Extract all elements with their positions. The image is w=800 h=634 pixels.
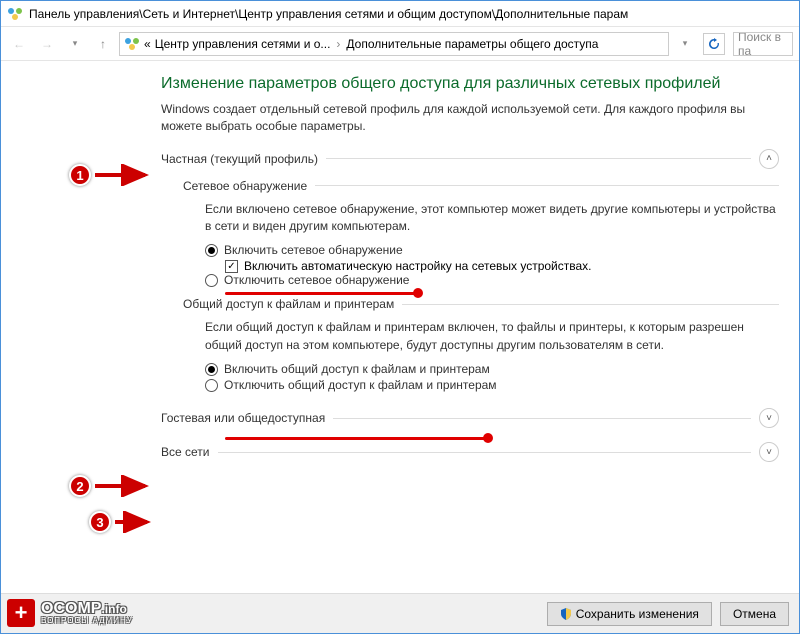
cancel-button-label: Отмена <box>733 607 776 621</box>
radio-icon <box>205 274 218 287</box>
address-dropdown[interactable]: ▾ <box>673 32 697 56</box>
radio-discovery-on[interactable]: Включить сетевое обнаружение <box>205 243 779 257</box>
radio-label: Включить сетевое обнаружение <box>224 243 403 257</box>
section-file-sharing: Общий доступ к файлам и принтерам Если о… <box>183 297 779 392</box>
annotation-callout-3: 3 <box>89 511 155 533</box>
annotation-callout-1: 1 <box>69 164 153 186</box>
recent-dropdown[interactable]: ▾ <box>63 32 87 56</box>
search-placeholder: Поиск в па <box>738 32 788 56</box>
breadcrumb-item[interactable]: Центр управления сетями и о... <box>155 37 331 51</box>
address-bar[interactable]: « Центр управления сетями и о... › Допол… <box>119 32 669 56</box>
breadcrumb-prefix: « <box>144 37 151 51</box>
profile-all-label: Все сети <box>161 445 210 459</box>
annotation-underline <box>225 292 415 295</box>
profile-private-label: Частная (текущий профиль) <box>161 152 318 166</box>
radio-icon <box>205 379 218 392</box>
refresh-button[interactable] <box>703 33 725 55</box>
window-title: Панель управления\Сеть и Интернет\Центр … <box>29 7 628 21</box>
section-description: Если общий доступ к файлам и принтерам в… <box>205 319 779 354</box>
collapse-icon[interactable]: ˄ <box>759 149 779 169</box>
radio-label: Отключить общий доступ к файлам и принте… <box>224 378 497 392</box>
annotation-badge: 2 <box>69 475 91 497</box>
watermark-brand: OCOMP.info <box>41 601 133 617</box>
radio-icon <box>205 363 218 376</box>
annotation-underline <box>225 437 485 440</box>
profile-all-header[interactable]: Все сети ˅ <box>161 442 779 462</box>
profile-guest-label: Гостевая или общедоступная <box>161 411 325 425</box>
checkbox-auto-config[interactable]: ✓ Включить автоматическую настройку на с… <box>225 259 779 273</box>
checkbox-icon: ✓ <box>225 260 238 273</box>
shield-icon <box>560 608 572 620</box>
annotation-badge: 1 <box>69 164 91 186</box>
expand-icon[interactable]: ˅ <box>759 408 779 428</box>
navbar: ← → ▾ ↑ « Центр управления сетями и о...… <box>1 27 799 61</box>
chevron-right-icon: › <box>336 37 340 51</box>
radio-sharing-off[interactable]: Отключить общий доступ к файлам и принте… <box>205 378 779 392</box>
annotation-dot <box>413 288 423 298</box>
arrow-icon <box>93 164 153 186</box>
forward-button[interactable]: → <box>35 32 59 56</box>
save-button[interactable]: Сохранить изменения <box>547 602 712 626</box>
section-title: Сетевое обнаружение <box>183 179 307 193</box>
section-network-discovery: Сетевое обнаружение Если включено сетево… <box>183 179 779 288</box>
search-input[interactable]: Поиск в па <box>733 32 793 56</box>
section-title: Общий доступ к файлам и принтерам <box>183 297 394 311</box>
annotation-dot <box>483 433 493 443</box>
refresh-icon <box>708 38 720 50</box>
profile-guest-header[interactable]: Гостевая или общедоступная ˅ <box>161 408 779 428</box>
arrow-icon <box>93 475 153 497</box>
watermark: + OCOMP.info ВОПРОСЫ АДМИНУ <box>7 599 133 627</box>
titlebar: Панель управления\Сеть и Интернет\Центр … <box>1 1 799 27</box>
back-button[interactable]: ← <box>7 32 31 56</box>
cancel-button[interactable]: Отмена <box>720 602 789 626</box>
arrow-icon <box>113 511 155 533</box>
section-description: Если включено сетевое обнаружение, этот … <box>205 201 779 236</box>
network-icon <box>7 6 23 22</box>
checkbox-label: Включить автоматическую настройку на сет… <box>244 259 592 273</box>
page-title: Изменение параметров общего доступа для … <box>161 75 779 93</box>
save-button-label: Сохранить изменения <box>576 607 699 621</box>
annotation-badge: 3 <box>89 511 111 533</box>
radio-discovery-off[interactable]: Отключить сетевое обнаружение <box>205 273 779 287</box>
expand-icon[interactable]: ˅ <box>759 442 779 462</box>
annotation-callout-2: 2 <box>69 475 153 497</box>
plus-icon: + <box>7 599 35 627</box>
radio-label: Включить общий доступ к файлам и принтер… <box>224 362 490 376</box>
page-description: Windows создает отдельный сетевой профил… <box>161 101 779 135</box>
network-icon <box>124 36 140 52</box>
explorer-window: Панель управления\Сеть и Интернет\Центр … <box>0 0 800 634</box>
watermark-tagline: ВОПРОСЫ АДМИНУ <box>41 617 133 625</box>
up-button[interactable]: ↑ <box>91 32 115 56</box>
radio-sharing-on[interactable]: Включить общий доступ к файлам и принтер… <box>205 362 779 376</box>
radio-label: Отключить сетевое обнаружение <box>224 273 409 287</box>
breadcrumb-item[interactable]: Дополнительные параметры общего доступа <box>346 37 598 51</box>
profile-private-header[interactable]: Частная (текущий профиль) ˄ <box>161 149 779 169</box>
radio-icon <box>205 244 218 257</box>
